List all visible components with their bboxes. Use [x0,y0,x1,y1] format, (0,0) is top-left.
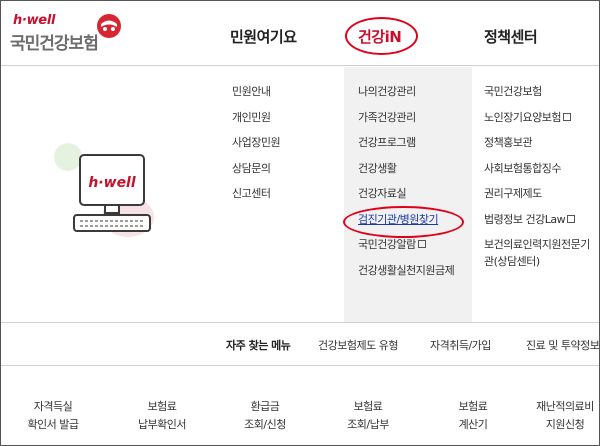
screenshot-border [0,0,600,446]
